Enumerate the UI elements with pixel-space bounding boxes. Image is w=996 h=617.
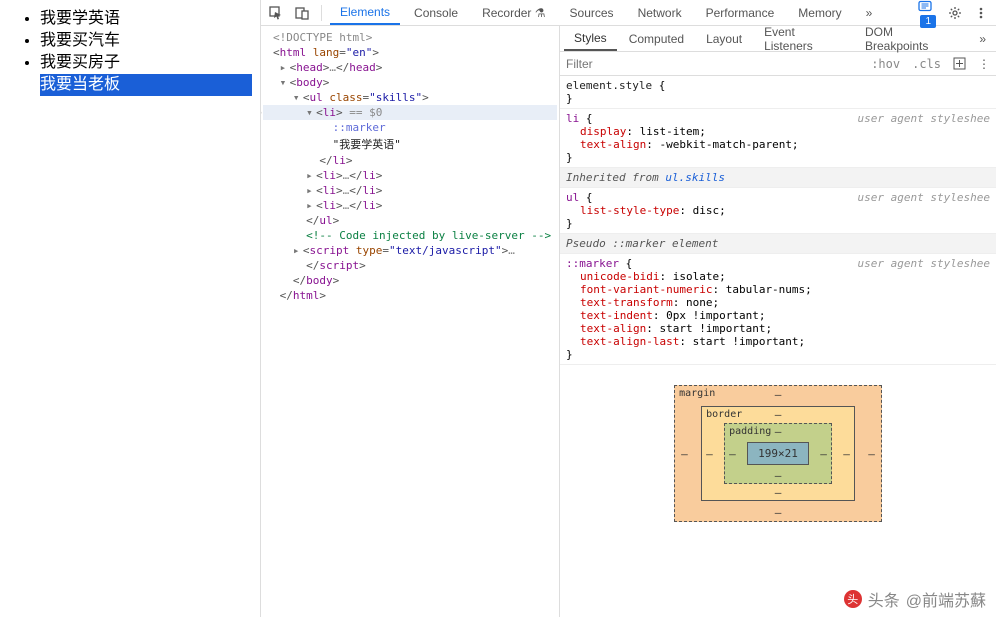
tab-network[interactable]: Network (628, 2, 692, 24)
skills-list: 我要学英语 我要买汽车 我要买房子 我要当老板 (40, 8, 252, 96)
box-content-size: 199×21 (747, 442, 809, 465)
watermark-icon: 头 (844, 590, 862, 608)
inherited-link[interactable]: ul.skills (665, 171, 725, 184)
elements-tree[interactable]: <!DOCTYPE html> <html lang="en"> ▸<head>… (261, 26, 559, 617)
new-style-rule-button[interactable] (947, 57, 972, 70)
cls-toggle[interactable]: .cls (906, 57, 947, 71)
tab-computed[interactable]: Computed (619, 28, 694, 50)
rule-element-style[interactable]: element.style { } (560, 76, 996, 109)
rule-li[interactable]: user agent styleshee li { display: list-… (560, 109, 996, 168)
box-model-diagram: margin – – – – border – – – – (560, 365, 996, 562)
rendered-page: 我要学英语 我要买汽车 我要买房子 我要当老板 (0, 0, 260, 617)
selected-dom-node[interactable]: ⋯ ▾<li> == $0 (263, 105, 557, 120)
styles-sub-tabbar: Styles Computed Layout Event Listeners D… (560, 26, 996, 52)
kebab-icon[interactable] (970, 2, 992, 24)
more-icon[interactable]: ⋮ (972, 57, 996, 71)
flask-icon: ⚗ (535, 6, 546, 20)
list-item[interactable]: 我要买汽车 (40, 30, 252, 52)
tab-console[interactable]: Console (404, 2, 468, 24)
divider (321, 5, 322, 21)
rule-marker[interactable]: user agent styleshee ::marker { unicode-… (560, 254, 996, 365)
list-item[interactable]: 我要买房子 (40, 52, 252, 74)
pseudo-header: Pseudo ::marker element (560, 234, 996, 254)
inherited-from-header: Inherited from ul.skills (560, 168, 996, 188)
tabs-overflow[interactable]: » (969, 28, 996, 50)
devtools-panel: Elements Console Recorder ⚗ Sources Netw… (260, 0, 996, 617)
inspect-icon[interactable] (265, 2, 287, 24)
box-label-border: border (706, 409, 742, 420)
tab-elements[interactable]: Elements (330, 1, 400, 25)
rule-source: user agent styleshee (858, 257, 990, 270)
list-item[interactable]: 我要学英语 (40, 8, 252, 30)
styles-filter-input[interactable] (560, 53, 865, 75)
box-label-padding: padding (729, 426, 771, 437)
styles-filter-row: :hov .cls ⋮ (560, 52, 996, 76)
tab-layout[interactable]: Layout (696, 28, 752, 50)
styles-panel: Styles Computed Layout Event Listeners D… (559, 26, 996, 617)
device-toggle-icon[interactable] (291, 2, 313, 24)
list-item-selected[interactable]: 我要当老板 (40, 74, 252, 96)
rule-source: user agent styleshee (858, 191, 990, 204)
box-label-margin: margin (679, 388, 715, 399)
rule-ul[interactable]: user agent styleshee ul { list-style-typ… (560, 188, 996, 234)
tab-recorder[interactable]: Recorder ⚗ (472, 2, 555, 24)
tab-sources[interactable]: Sources (560, 2, 624, 24)
watermark: 头 头条 @前端苏蘇 (844, 587, 986, 611)
hov-toggle[interactable]: :hov (865, 57, 906, 71)
rule-source: user agent styleshee (858, 112, 990, 125)
tab-styles[interactable]: Styles (564, 27, 617, 51)
